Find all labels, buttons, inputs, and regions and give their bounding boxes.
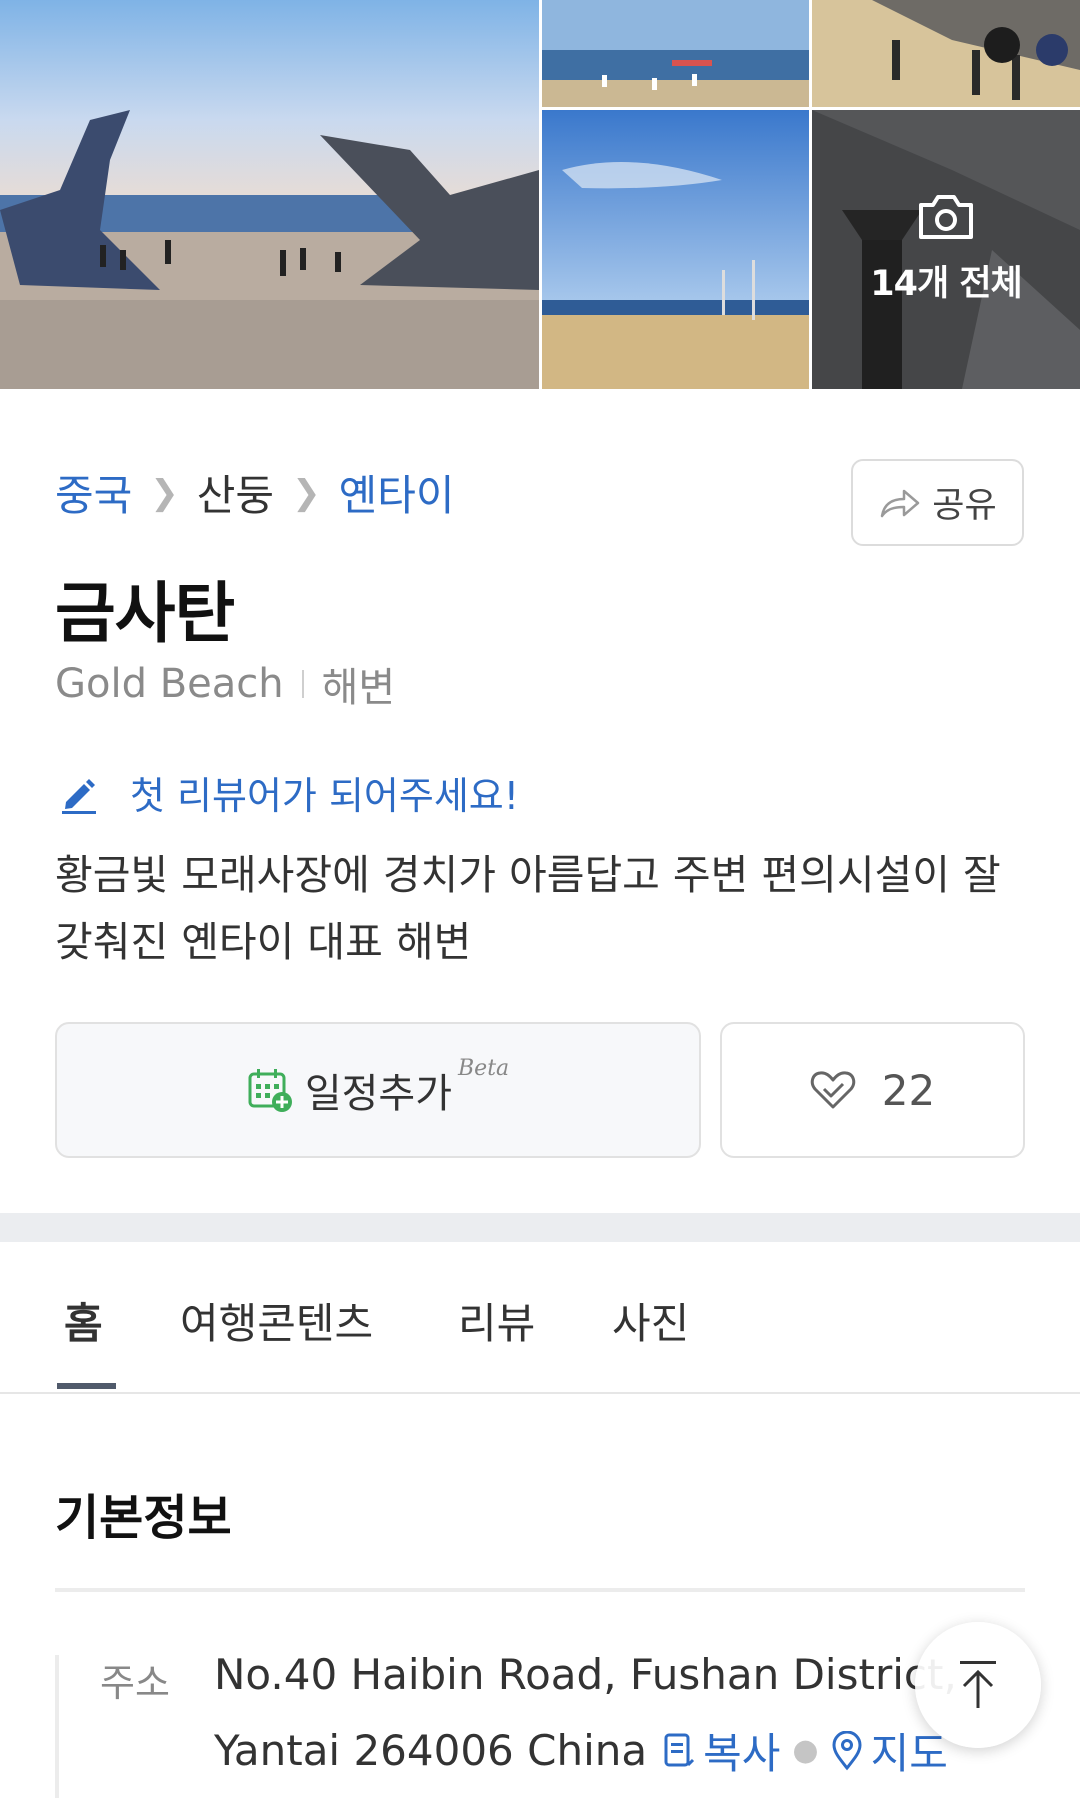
address-label: 주소: [100, 1661, 170, 1705]
address-line-2-row: Yantai 264006 China 복사 ● 지도: [214, 1720, 948, 1781]
photo-count-label: 14개 전체: [870, 264, 1022, 304]
copy-address-button[interactable]: 복사: [663, 1720, 780, 1781]
like-button[interactable]: 22: [720, 1022, 1025, 1158]
place-description: 황금빛 모래사장에 경치가 아름답고 주변 편의시설이 잘 갖춰진 옌타이 대표…: [55, 851, 1001, 966]
address-line-2: Yantai 264006 China: [214, 1726, 648, 1775]
active-tab-indicator: [57, 1383, 116, 1389]
breadcrumb-city[interactable]: 옌타이: [339, 462, 455, 523]
photo-gallery: 14개 전체: [0, 0, 1080, 389]
chevron-right-icon: ❯: [292, 472, 321, 513]
pencil-icon: [62, 778, 96, 814]
category-label: 해변: [321, 665, 396, 711]
english-name: Gold Beach: [55, 661, 284, 707]
tab-home[interactable]: 홈: [64, 1290, 103, 1351]
photo-main[interactable]: [0, 0, 539, 389]
more-photos-overlay: 14개 전체: [812, 110, 1080, 389]
camera-icon: [919, 195, 973, 239]
share-label: 공유: [932, 486, 997, 526]
photo-3[interactable]: [812, 0, 1080, 107]
section-divider: [0, 1213, 1080, 1242]
share-arrow-icon: [881, 489, 920, 517]
tab-travel-content[interactable]: 여행콘텐츠: [180, 1290, 373, 1351]
dot-separator: ●: [792, 1733, 819, 1768]
write-review-link[interactable]: 첫 리뷰어가 되어주세요!: [58, 765, 519, 820]
section-rule: [55, 1588, 1025, 1592]
place-subtitle: Gold Beach 해변: [55, 655, 395, 713]
chevron-right-icon: ❯: [150, 472, 179, 513]
map-pin-icon: [832, 1730, 862, 1770]
breadcrumb-province: 산둥: [196, 471, 275, 520]
like-count: 22: [881, 1065, 936, 1115]
tab-photos[interactable]: 사진: [612, 1290, 689, 1351]
copy-label: 복사: [703, 1729, 781, 1778]
copy-icon: [664, 1733, 695, 1766]
breadcrumb-country[interactable]: 중국: [55, 462, 132, 523]
info-left-border: [55, 1655, 59, 1798]
page-title: 금사탄: [55, 575, 235, 652]
share-button[interactable]: 공유: [851, 459, 1024, 546]
tab-reviews[interactable]: 리뷰: [458, 1290, 535, 1351]
arrow-up-icon: [960, 1661, 996, 1708]
add-schedule-label: 일정추가: [304, 1071, 453, 1117]
breadcrumb: 중국 ❯ 산둥 ❯ 옌타이: [55, 462, 454, 523]
scroll-to-top-button[interactable]: [915, 1622, 1041, 1748]
beta-badge: Beta: [458, 1055, 510, 1081]
photo-2[interactable]: [542, 0, 809, 107]
heart-check-icon: [810, 1071, 855, 1109]
tab-bar: 홈 여행콘텐츠 리뷰 사진: [0, 1242, 1080, 1394]
map-button[interactable]: 지도: [831, 1720, 948, 1781]
write-review-label: 첫 리뷰어가 되어주세요!: [130, 774, 519, 818]
section-title-basic-info: 기본정보: [55, 1490, 232, 1546]
separator: [301, 670, 304, 698]
calendar-add-icon: [248, 1069, 292, 1112]
more-photos-tile[interactable]: 14개 전체: [812, 110, 1080, 389]
add-schedule-button[interactable]: 일정추가 Beta: [55, 1022, 701, 1158]
photo-4[interactable]: [542, 110, 809, 389]
address-line-1: No.40 Haibin Road, Fushan District,: [214, 1650, 957, 1699]
